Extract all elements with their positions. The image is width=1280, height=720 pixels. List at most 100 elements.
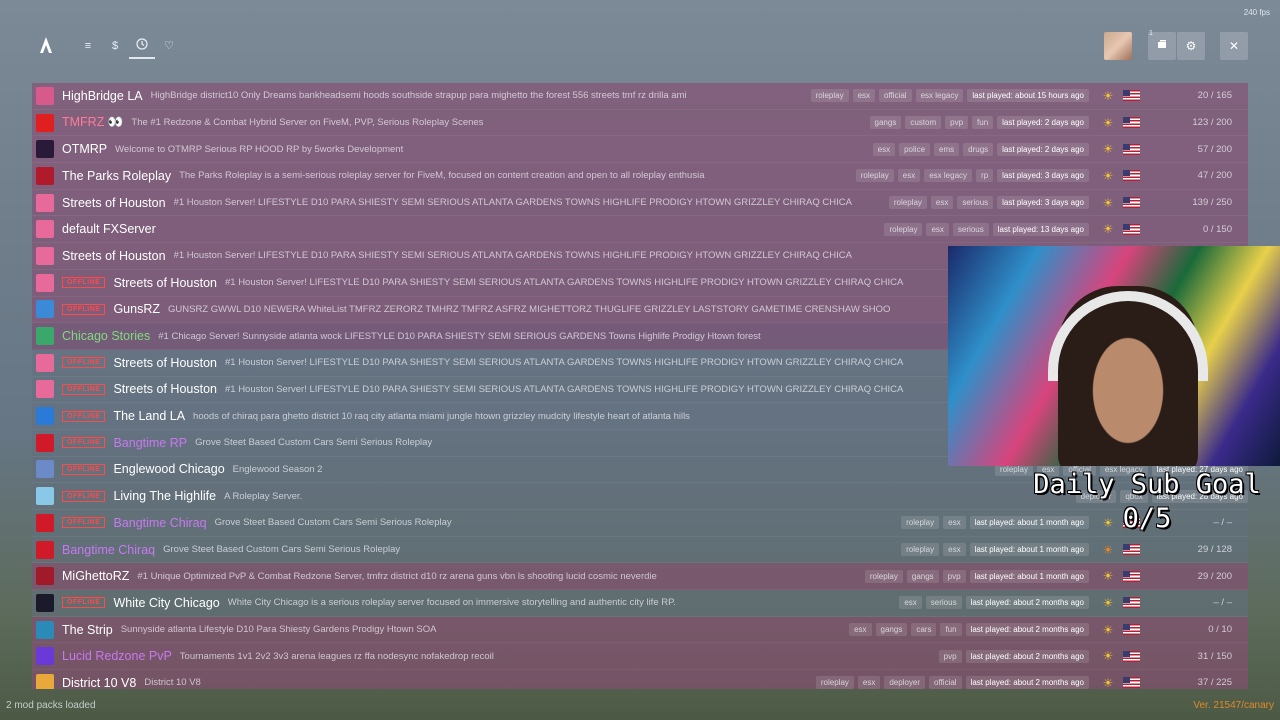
server-tag[interactable]: serious (957, 196, 994, 210)
last-played-label: last played: 3 days ago (997, 169, 1089, 183)
server-tag[interactable]: deployer (884, 676, 926, 689)
server-tag[interactable]: roleplay (901, 516, 940, 530)
server-tag[interactable]: gangs (869, 116, 902, 130)
server-tag[interactable]: police (899, 142, 931, 156)
server-tag[interactable]: roleplay (810, 89, 849, 103)
us-flag-icon (1123, 143, 1140, 155)
us-flag-icon (1123, 117, 1140, 129)
server-row[interactable]: Bangtime Chiraq Grove Steet Based Custom … (32, 536, 1248, 564)
server-name: Chicago Stories (62, 329, 151, 344)
server-tag[interactable]: custom (905, 116, 942, 130)
server-name: White City Chicago (113, 595, 220, 610)
list-icon[interactable]: ≡ (80, 38, 96, 54)
server-description: HighBridge district10 Only Dreams bankhe… (150, 90, 687, 102)
us-flag-icon (1123, 90, 1140, 102)
server-row[interactable]: Streets of Houston #1 Houston Server! LIF… (32, 189, 1248, 217)
offline-badge: OFFLINE (62, 437, 106, 449)
server-tag[interactable]: pvp (938, 649, 962, 663)
server-name: Bangtime Chiraq (62, 542, 156, 557)
server-description: Sunnyside atlanta Lifestyle D10 Para Shi… (120, 624, 437, 636)
offline-badge: OFFLINE (62, 463, 106, 475)
server-tag[interactable]: pvp (945, 116, 969, 130)
server-tag[interactable]: esx (943, 543, 966, 557)
server-tag[interactable]: esx (899, 596, 922, 610)
server-tag[interactable]: esx (872, 142, 896, 156)
server-tag[interactable]: esx (849, 623, 872, 637)
server-icon (36, 166, 54, 185)
server-tag[interactable]: esx legacy (915, 89, 964, 103)
us-flag-icon (1123, 677, 1140, 689)
server-status-sun-icon: ☀ (1102, 569, 1114, 584)
server-name: TMFRZ 👀 (62, 115, 124, 130)
server-icon (36, 567, 54, 586)
server-tag[interactable]: serious (925, 596, 962, 610)
server-tag[interactable]: roleplay (855, 169, 894, 183)
server-tag[interactable]: roleplay (884, 222, 923, 236)
server-tag[interactable]: official (929, 676, 962, 689)
offline-badge: OFFLINE (62, 517, 106, 529)
server-tag[interactable]: official (879, 89, 912, 103)
server-tag[interactable]: gangs (875, 623, 908, 637)
offline-badge: OFFLINE (62, 597, 106, 609)
server-icon (36, 540, 54, 559)
server-icon (36, 433, 54, 452)
server-tag[interactable]: esx (897, 169, 921, 183)
dollar-icon[interactable]: $ (107, 38, 123, 54)
mods-button[interactable] (1148, 32, 1176, 60)
server-name: Streets of Houston (113, 275, 217, 290)
us-flag-icon (1123, 624, 1140, 636)
server-row[interactable]: OFFLINE White City Chicago White City Chic… (32, 590, 1248, 617)
offline-badge: OFFLINE (62, 410, 106, 422)
server-tag[interactable]: esx (852, 89, 876, 103)
server-icon (36, 220, 54, 239)
server-row[interactable]: Lucid Redzone PvP Tournaments 1v1 2v2 3v3… (32, 643, 1248, 671)
server-row[interactable]: The Strip Sunnyside atlanta Lifestyle D10… (32, 616, 1248, 644)
server-tag[interactable]: ems (934, 142, 960, 156)
server-tag[interactable]: serious (952, 222, 989, 236)
player-count: 139 / 250 (1192, 197, 1232, 209)
avatar[interactable] (1104, 32, 1132, 60)
server-row[interactable]: MiGhettoRZ #1 Unique Optimized PvP & Comb… (32, 563, 1248, 591)
server-tag[interactable]: gangs (906, 569, 939, 583)
server-tag[interactable]: fun (972, 116, 994, 130)
server-tag[interactable]: esx (857, 676, 881, 689)
server-tag[interactable]: fun (940, 623, 962, 637)
server-status-sun-icon: ☀ (1102, 542, 1114, 557)
server-name: OTMRP (62, 142, 108, 157)
server-tag[interactable]: drugs (963, 142, 994, 156)
server-tag[interactable]: roleplay (888, 196, 927, 210)
server-row[interactable]: OTMRP Welcome to OTMRP Serious RP HOOD RP… (32, 136, 1248, 164)
offline-badge: OFFLINE (62, 277, 106, 289)
server-name: GunsRZ (113, 302, 160, 317)
close-button[interactable]: ✕ (1220, 32, 1248, 60)
server-tag[interactable]: roleplay (815, 676, 854, 689)
server-tag[interactable]: roleplay (901, 543, 940, 557)
fps-counter: 240 fps (1243, 8, 1270, 17)
server-name: HighBridge LA (62, 88, 143, 103)
fivem-logo-icon[interactable] (38, 36, 54, 54)
server-icon (36, 300, 54, 319)
server-row[interactable]: District 10 V8 District 10 V8 roleplay esx d… (32, 670, 1248, 689)
server-row[interactable]: default FXServer roleplay esx serious last p… (32, 216, 1248, 244)
server-row[interactable]: TMFRZ 👀 The #1 Redzone & Combat Hybrid Se… (32, 109, 1248, 137)
server-status-sun-icon: ☀ (1102, 115, 1114, 130)
heart-icon[interactable]: ♡ (161, 38, 177, 54)
server-name: Living The Highlife (113, 489, 217, 504)
settings-button[interactable]: ⚙ (1177, 32, 1205, 60)
server-row[interactable]: The Parks Roleplay The Parks Roleplay is … (32, 163, 1248, 190)
server-tag[interactable]: pvp (942, 569, 966, 583)
last-played-label: last played: 3 days ago (997, 196, 1089, 210)
server-tag[interactable]: rp (976, 169, 994, 183)
server-tag[interactable]: roleplay (864, 569, 903, 583)
server-tag[interactable]: cars (911, 623, 937, 637)
history-icon[interactable] (134, 38, 150, 54)
server-description: #1 Houston Server! LIFESTYLE D10 PARA SH… (173, 197, 852, 209)
server-row[interactable]: HighBridge LA HighBridge district10 Only … (32, 83, 1248, 110)
player-count: 37 / 225 (1197, 677, 1232, 689)
server-description: Welcome to OTMRP Serious RP HOOD RP by 5… (115, 143, 404, 155)
server-tag[interactable]: esx (926, 222, 949, 236)
server-tags: esx serious last played: about 2 months ag… (899, 596, 1089, 610)
server-tag[interactable]: esx (943, 516, 966, 530)
server-tag[interactable]: esx (930, 196, 954, 210)
server-tag[interactable]: esx legacy (924, 169, 973, 183)
